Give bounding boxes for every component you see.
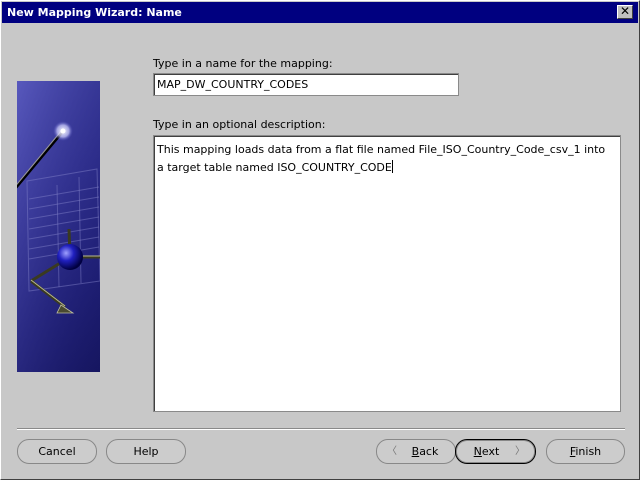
back-button[interactable]: 〈 Back [376, 439, 456, 464]
chevron-right-icon: 〉 [515, 446, 525, 457]
next-button[interactable]: Next 〉 [455, 439, 536, 464]
finish-button[interactable]: Finish [546, 439, 625, 464]
window-title: New Mapping Wizard: Name [7, 6, 182, 19]
next-mnemonic: N [473, 445, 482, 458]
description-textarea[interactable]: This mapping loads data from a flat file… [153, 135, 621, 412]
description-label: Type in an optional description: [153, 118, 326, 131]
cancel-label: Cancel [38, 445, 76, 458]
wizard-window: New Mapping Wizard: Name ✕ Type in a nam… [0, 0, 640, 480]
help-button[interactable]: Help [106, 439, 186, 464]
description-text: This mapping loads data from a flat file… [157, 143, 606, 174]
help-label: Help [133, 445, 159, 458]
chevron-left-icon: 〈 [387, 446, 397, 457]
text-caret [391, 160, 393, 173]
wizard-graphic [17, 81, 100, 372]
next-label: ext [481, 445, 500, 458]
finish-label: inish [575, 445, 602, 458]
cancel-button[interactable]: Cancel [17, 439, 97, 464]
close-icon: ✕ [619, 4, 631, 18]
mapping-name-input[interactable]: MAP_DW_COUNTRY_CODES [153, 73, 459, 96]
name-label: Type in a name for the mapping: [153, 57, 333, 70]
button-divider [17, 428, 625, 430]
back-label: ack [419, 445, 439, 458]
title-bar[interactable]: New Mapping Wizard: Name ✕ [2, 2, 638, 23]
close-button[interactable]: ✕ [617, 5, 633, 19]
wizard-wand-graphic [17, 81, 100, 372]
